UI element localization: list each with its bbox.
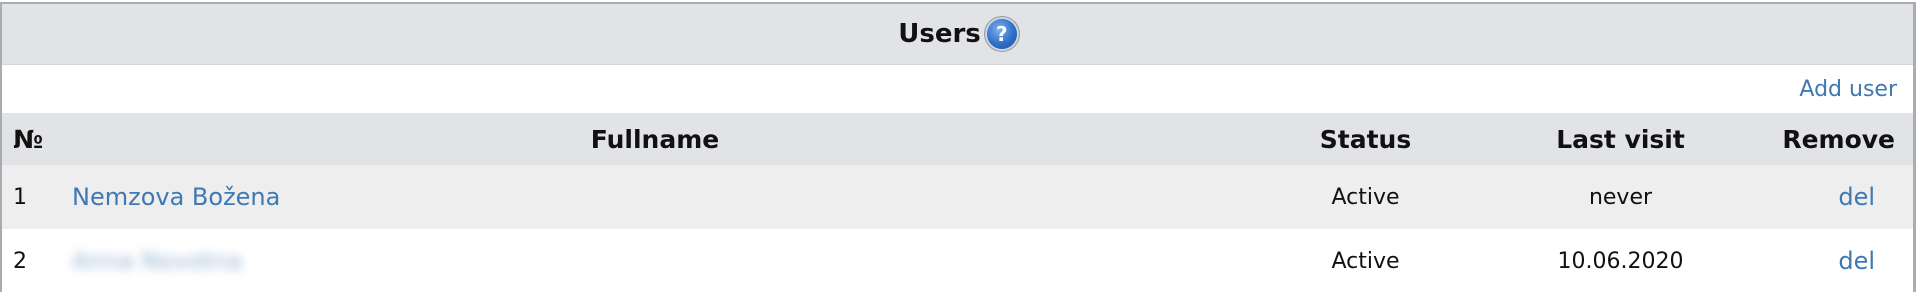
- delete-user-link[interactable]: del: [1838, 247, 1875, 275]
- column-header-fullname: Fullname: [590, 124, 720, 154]
- add-user-link[interactable]: Add user: [1799, 77, 1897, 102]
- panel-title: Users: [898, 19, 981, 49]
- column-header-status: Status: [1319, 124, 1412, 154]
- question-circle-icon[interactable]: ?: [986, 19, 1017, 49]
- users-panel: Users ? Add user № Fullname Status Last …: [0, 2, 1916, 293]
- row-number: 2: [13, 248, 27, 274]
- user-last-visit: never: [1588, 184, 1653, 210]
- panel-title-bar: Users ?: [2, 4, 1913, 65]
- table-row: 2 Anna Novotna Active 10.06.2020 del: [2, 229, 1913, 293]
- column-header-last-visit: Last visit: [1556, 124, 1685, 154]
- column-header-remove: Remove: [1782, 124, 1895, 154]
- user-status: Active: [1331, 248, 1400, 274]
- user-fullname-link[interactable]: Nemzova Božena: [72, 183, 280, 211]
- table-row: 1 Nemzova Božena Active never del: [2, 165, 1913, 229]
- user-last-visit: 10.06.2020: [1557, 248, 1684, 274]
- toolbar-row: Add user: [2, 65, 1913, 113]
- user-fullname-link[interactable]: Anna Novotna: [72, 247, 242, 275]
- column-header-number: №: [13, 124, 44, 154]
- delete-user-link[interactable]: del: [1838, 183, 1875, 211]
- row-number: 1: [13, 184, 27, 210]
- user-status: Active: [1331, 184, 1400, 210]
- table-header: № Fullname Status Last visit Remove: [2, 113, 1913, 165]
